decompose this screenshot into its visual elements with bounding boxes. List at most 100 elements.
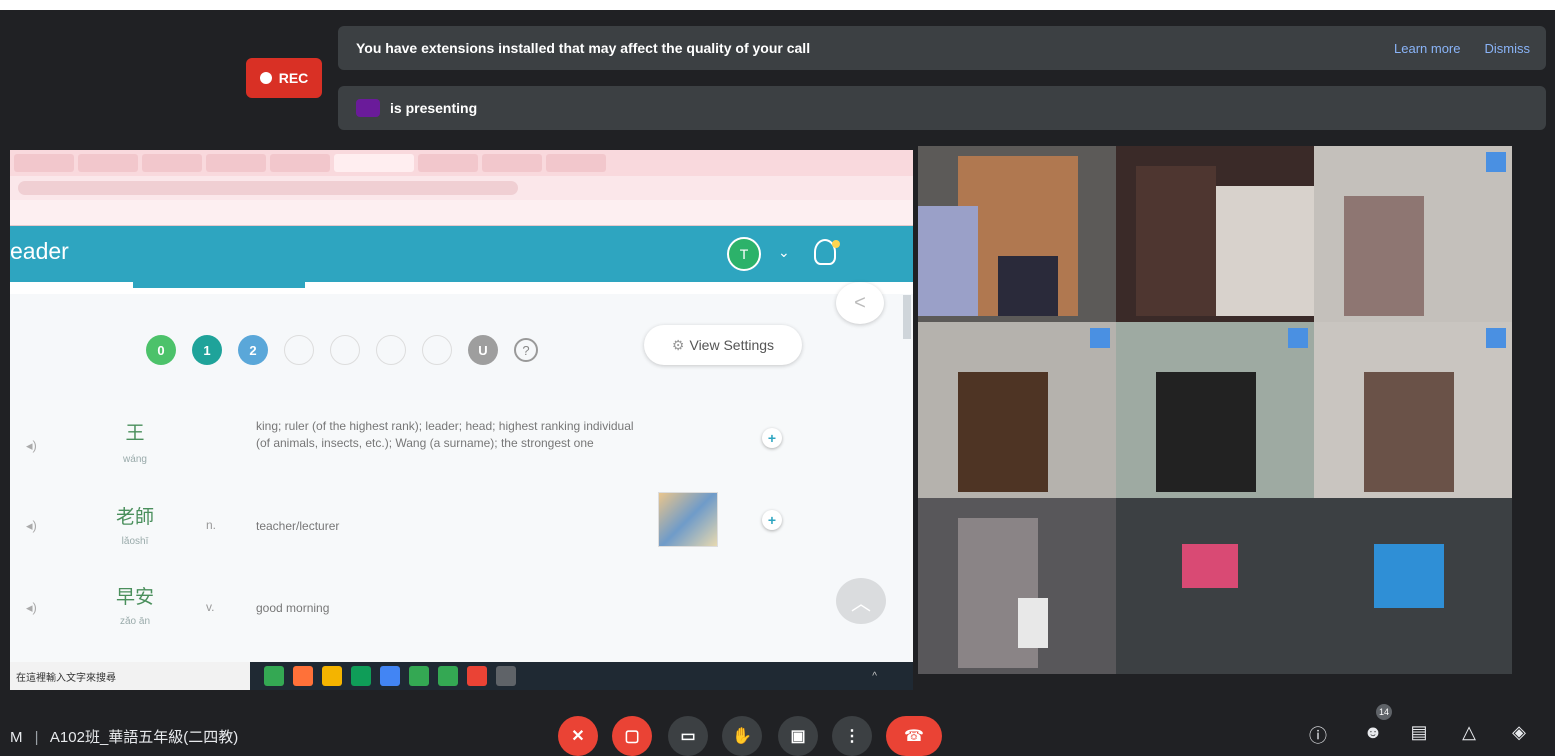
participant-video [1136,166,1216,316]
meeting-controls-bar: M | A102班_華語五年級(二四教) ✕ ▢ ▭ ✋ ▣ ⋮ ☎ ⓘ ☻ 1… [0,694,1555,756]
chrome-icon[interactable] [438,666,458,686]
app-icon[interactable] [380,666,400,686]
meeting-title: A102班_華語五年級(二四教) [49,729,239,746]
chat-icon[interactable]: ▤ [1406,722,1432,743]
speaker-icon[interactable]: ◂) [26,518,37,534]
hand-icon: ✋ [732,728,752,745]
scrollbar-thumb[interactable] [903,295,911,339]
browser-tab[interactable] [482,154,542,172]
activities-icon[interactable]: △ [1456,722,1482,743]
share-button[interactable]: < [836,282,884,324]
gear-icon: ⚙ [671,336,685,353]
folder-icon[interactable] [322,666,342,686]
speaker-icon[interactable]: ◂) [26,600,37,616]
browser-tab-strip [10,150,913,176]
captions-button[interactable]: ▭ [668,716,708,756]
leave-call-button[interactable]: ☎ [886,716,942,756]
vocab-part-of-speech: v. [206,600,215,614]
host-controls-icon[interactable]: ◈ [1506,722,1532,743]
participant-tile[interactable] [1314,498,1512,674]
extensions-message: You have extensions installed that may a… [356,40,811,56]
browser-tab[interactable] [206,154,266,172]
raise-hand-button[interactable]: ✋ [722,716,762,756]
vocab-hanzi: 王 [125,422,145,444]
scroll-to-top-button[interactable]: ︿ [836,578,886,624]
participant-tile[interactable] [1116,146,1314,322]
record-dot-icon [259,72,272,84]
browser-tab[interactable] [418,154,478,172]
participant-tile[interactable] [1116,498,1314,674]
meeting-details[interactable]: M | A102班_華語五年級(二四教) [10,726,238,747]
view-settings-button[interactable]: ⚙ View Settings [644,325,802,365]
learn-more-link[interactable]: Learn more [1394,41,1460,56]
notification-dot [832,240,840,248]
help-icon[interactable]: ? [514,338,538,362]
browser-tab[interactable] [142,154,202,172]
user-avatar[interactable]: T [727,237,761,271]
level-1[interactable]: 1 [192,335,222,365]
browser-tab-active[interactable] [334,154,414,172]
level-4[interactable] [330,335,360,365]
participant-tile[interactable] [918,322,1116,498]
browser-tab[interactable] [14,154,74,172]
windows-taskbar: 在這裡輸入文字來搜尋 ^ [10,662,913,690]
settings-icon[interactable] [496,666,516,686]
more-options-button[interactable]: ⋮ [832,716,872,756]
browser-tab[interactable] [546,154,606,172]
chrome-icon[interactable] [409,666,429,686]
chrome-icon[interactable] [264,666,284,686]
participant-video [1018,598,1048,648]
microphone-off-button[interactable]: ✕ [558,716,598,756]
level-unknown[interactable]: U [468,335,498,365]
participant-tile[interactable] [918,498,1116,674]
speaking-indicator [1090,328,1110,348]
reader-title: eader [10,238,69,264]
level-3[interactable] [284,335,314,365]
vocab-part-of-speech: n. [206,518,217,532]
hangup-icon: ☎ [904,728,924,745]
participant-tile[interactable] [918,146,1116,322]
pdf-icon[interactable] [467,666,487,686]
level-6[interactable] [422,335,452,365]
taskbar-search[interactable]: 在這裡輸入文字來搜尋 [10,662,250,690]
participant-tile[interactable] [1314,322,1512,498]
line-icon[interactable] [351,666,371,686]
taskbar-apps [264,666,516,686]
participant-avatar [1182,544,1238,588]
extensions-notice: You have extensions installed that may a… [338,26,1546,70]
speaking-indicator [1486,328,1506,348]
active-subtab-indicator [133,282,305,288]
people-icon[interactable]: ☻ [1360,722,1386,743]
share-icon: < [854,291,866,314]
presenting-message: is presenting [390,100,478,116]
camera-off-button[interactable]: ▢ [612,716,652,756]
level-0[interactable]: 0 [146,335,176,365]
dismiss-button[interactable]: Dismiss [1485,41,1531,56]
firefox-icon[interactable] [293,666,313,686]
participant-tile[interactable] [1116,322,1314,498]
browser-tab[interactable] [78,154,138,172]
shared-screen: eader T ⌄ 0 1 2 U ? ⚙ View Settings < ◂)… [10,150,913,690]
more-vert-icon: ⋮ [844,728,860,745]
mic-off-icon: ✕ [571,728,585,745]
speaker-icon[interactable]: ◂) [26,438,37,454]
add-word-button[interactable]: + [762,428,782,448]
browser-tab[interactable] [270,154,330,172]
add-word-button[interactable]: + [762,510,782,530]
level-2[interactable]: 2 [238,335,268,365]
camera-off-icon: ▢ [624,728,640,745]
vocab-definition: teacher/lecturer [256,519,340,533]
browser-address-row [10,176,913,200]
level-filter: 0 1 2 U ? [146,335,538,365]
view-settings-label: View Settings [689,337,775,353]
participant-avatar [1374,544,1444,608]
meeting-separator: | [34,729,39,746]
info-icon[interactable]: ⓘ [1305,722,1331,748]
chevron-down-icon[interactable]: ⌄ [778,244,790,261]
participant-tile[interactable] [1314,146,1512,322]
present-screen-button[interactable]: ▣ [778,716,818,756]
recording-label: REC [278,70,309,86]
address-bar[interactable] [18,181,518,195]
participant-video [998,256,1058,316]
level-5[interactable] [376,335,406,365]
